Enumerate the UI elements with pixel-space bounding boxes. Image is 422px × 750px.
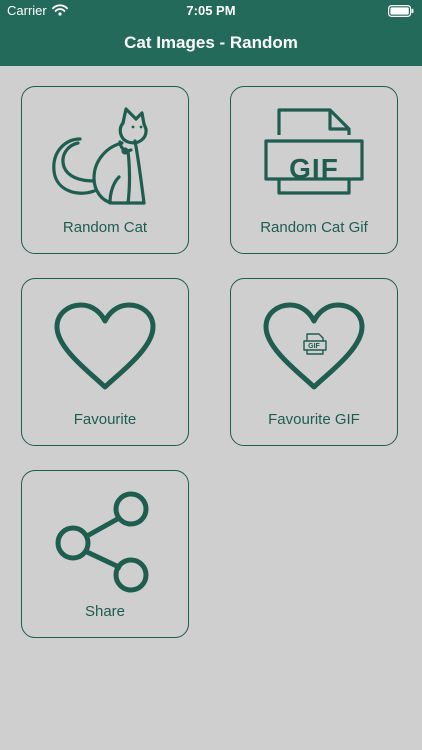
tile-label: Favourite GIF — [268, 411, 360, 428]
tile-label: Favourite — [73, 411, 137, 428]
page-title: Cat Images - Random — [124, 33, 298, 52]
random-cat-gif-button[interactable]: GIF Random Cat Gif — [230, 86, 398, 254]
heart-icon — [22, 301, 188, 393]
app-header: Carrier 7:05 PM Cat Images - Random — [0, 0, 422, 66]
share-button[interactable]: Share — [21, 470, 189, 638]
random-cat-button[interactable]: Random Cat — [21, 86, 189, 254]
battery-icon — [388, 5, 414, 17]
tile-label: Random Cat Gif — [260, 219, 368, 236]
status-time: 7:05 PM — [186, 3, 236, 18]
gif-badge: GIF — [289, 153, 339, 184]
tile-label: Random Cat — [62, 219, 148, 236]
gif-badge-small: GIF — [308, 343, 320, 350]
share-icon — [22, 489, 188, 593]
favourite-button[interactable]: Favourite — [21, 278, 189, 446]
status-bar: Carrier 7:05 PM — [0, 0, 422, 22]
cat-icon — [22, 105, 188, 209]
tile-label: Share — [84, 603, 126, 620]
favourite-gif-button[interactable]: GIF Favourite GIF — [230, 278, 398, 446]
